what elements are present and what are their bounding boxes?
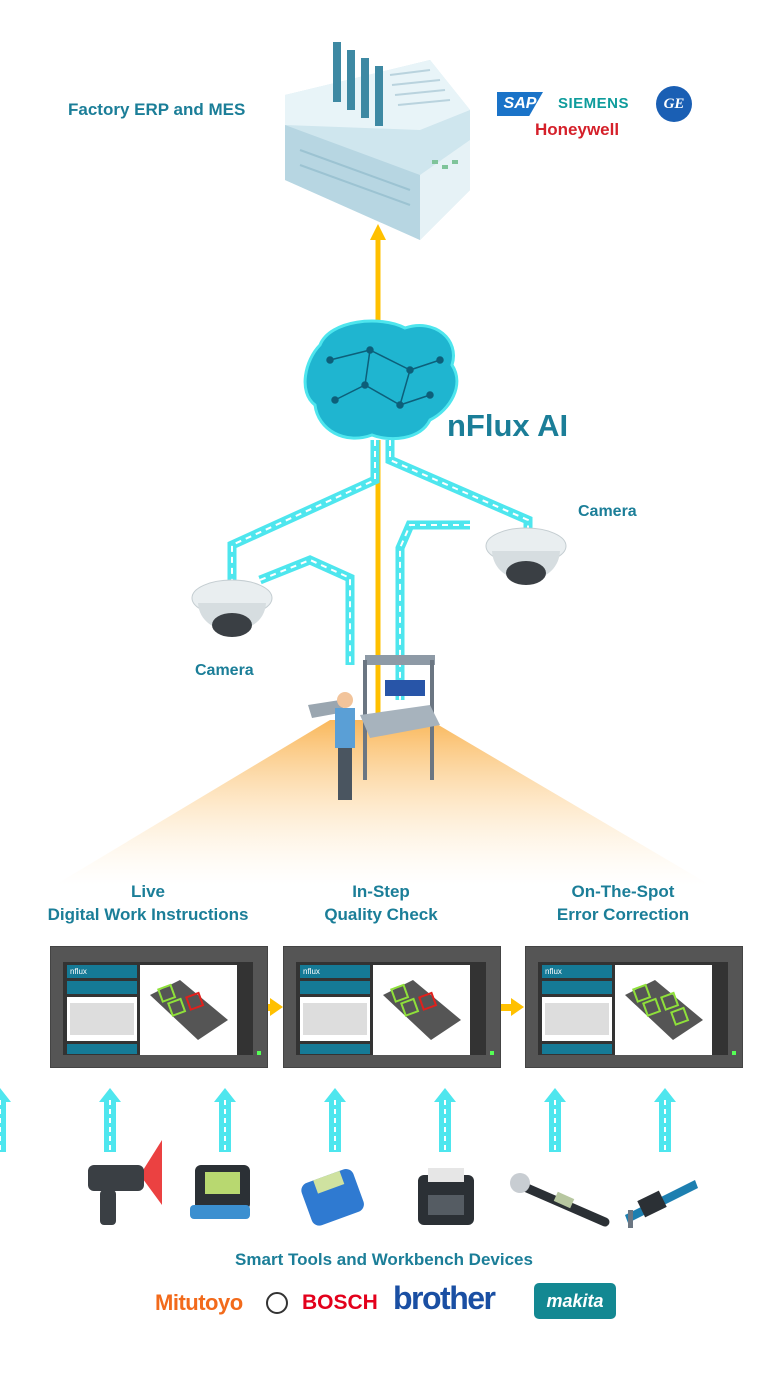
bosch-emblem-icon [266,1292,288,1314]
stage-heading-work-instructions: Live Digital Work Instructions [28,880,268,926]
camera-left-label: Camera [195,662,254,679]
brother-logo: brother [393,1280,496,1316]
erp-label: Factory ERP and MES [68,100,246,119]
ge-logo: GE [656,86,692,122]
stage-heading-quality-check: In-Step Quality Check [261,880,501,926]
heading-line1: Live [130,882,166,901]
stage-monitor: nflux [50,946,268,1068]
light-cone [55,720,710,885]
inspection-view [373,965,470,1055]
screen-brand: nflux [542,965,612,978]
measurement-meter-icon [301,1169,364,1226]
diagram-graphics [0,42,710,1228]
camera-left-icon [191,579,273,637]
nflux-ai-label: nFlux AI [447,408,569,443]
mitutoyo-logo: Mitutoyo [155,1290,243,1315]
barcode-scanner-icon [88,1140,162,1225]
siemens-logo: SIEMENS [558,95,630,112]
torque-wrench-icon [510,1173,610,1227]
digital-caliper-icon [625,1180,698,1228]
stage-monitor: nflux [283,946,501,1068]
makita-logo: makita [534,1283,616,1319]
label-printer-icon [418,1168,474,1225]
bosch-logo: BOSCH [302,1291,378,1314]
handheld-terminal-icon [190,1165,250,1219]
heading-line2: Quality Check [324,905,438,924]
heading-line1: In-Step [352,882,410,901]
devices-label: Smart Tools and Workbench Devices [235,1250,533,1269]
inspection-view [140,965,237,1055]
device-data-arrows [0,1087,677,1153]
camera-right-icon [485,527,567,585]
heading-line2: Error Correction [556,905,690,924]
heading-line2: Digital Work Instructions [47,905,249,924]
inspection-view [615,965,712,1055]
brain-icon [303,319,459,441]
camera-right-label: Camera [578,503,637,520]
screen-brand: nflux [67,965,137,978]
screen-brand: nflux [300,965,370,978]
stage-heading-error-correction: On-The-Spot Error Correction [503,880,743,926]
stage-monitor: nflux [525,946,743,1068]
factory-icon [285,42,470,240]
honeywell-logo: Honeywell [535,120,620,139]
heading-line1: On-The-Spot [571,882,675,901]
